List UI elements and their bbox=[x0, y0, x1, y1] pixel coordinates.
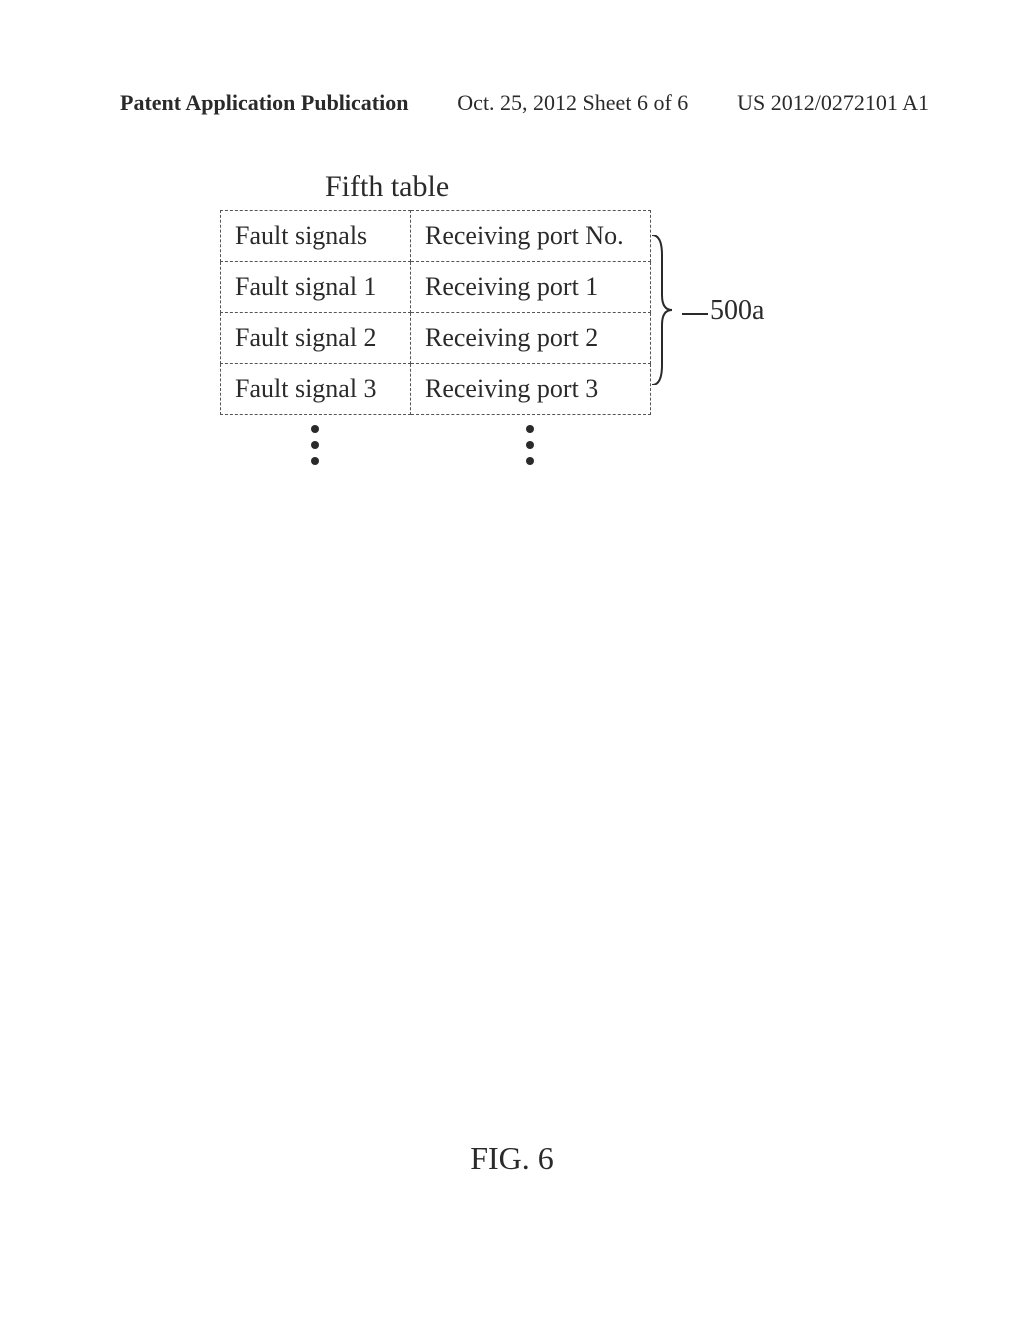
cell-receiving-port: Receiving port 2 bbox=[411, 313, 651, 364]
header-publication-type: Patent Application Publication bbox=[120, 90, 408, 116]
cell-receiving-port: Receiving port 1 bbox=[411, 262, 651, 313]
column-header-receiving-port: Receiving port No. bbox=[411, 211, 651, 262]
dot-icon bbox=[311, 425, 319, 433]
dot-icon bbox=[311, 457, 319, 465]
table-row: Fault signal 2 Receiving port 2 bbox=[221, 313, 651, 364]
figure-caption: FIG. 6 bbox=[0, 1140, 1024, 1177]
leader-line-icon bbox=[660, 310, 708, 312]
cell-fault-signal: Fault signal 2 bbox=[221, 313, 411, 364]
continuation-dots-column bbox=[410, 425, 650, 465]
dot-icon bbox=[526, 457, 534, 465]
reference-label: 500a bbox=[710, 295, 764, 327]
table-row: Fault signal 1 Receiving port 1 bbox=[221, 262, 651, 313]
header-date-sheet: Oct. 25, 2012 Sheet 6 of 6 bbox=[457, 90, 688, 116]
cell-receiving-port: Receiving port 3 bbox=[411, 364, 651, 415]
cell-fault-signal: Fault signal 3 bbox=[221, 364, 411, 415]
dot-icon bbox=[526, 425, 534, 433]
continuation-dots bbox=[220, 425, 650, 465]
header-publication-number: US 2012/0272101 A1 bbox=[737, 90, 929, 116]
table-row: Fault signal 3 Receiving port 3 bbox=[221, 364, 651, 415]
page-header: Patent Application Publication Oct. 25, … bbox=[0, 90, 1024, 116]
dot-icon bbox=[526, 441, 534, 449]
table-header-row: Fault signals Receiving port No. bbox=[221, 211, 651, 262]
cell-fault-signal: Fault signal 1 bbox=[221, 262, 411, 313]
fault-signal-table: Fault signals Receiving port No. Fault s… bbox=[220, 210, 651, 415]
continuation-dots-column bbox=[220, 425, 410, 465]
column-header-fault-signals: Fault signals bbox=[221, 211, 411, 262]
dot-icon bbox=[311, 441, 319, 449]
table-title: Fifth table bbox=[325, 170, 449, 204]
